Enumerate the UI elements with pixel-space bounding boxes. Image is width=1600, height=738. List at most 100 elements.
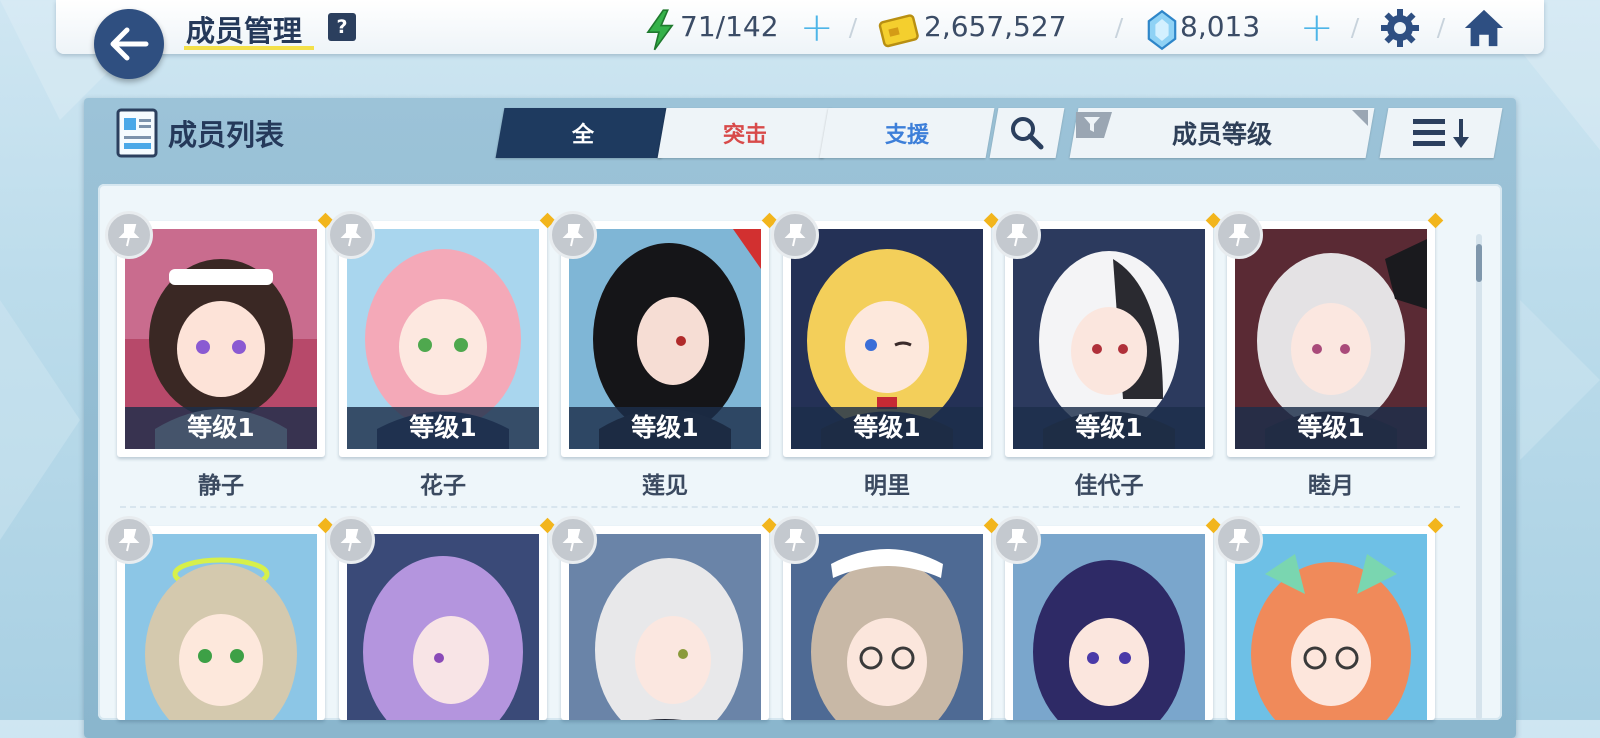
member-portrait: 等级1 xyxy=(791,229,983,449)
member-portrait: 等级1 xyxy=(347,229,539,449)
pin-button[interactable] xyxy=(771,516,819,564)
sort-dropdown[interactable]: 成员等级 xyxy=(1069,108,1375,158)
level-badge: 等级1 xyxy=(1235,407,1427,449)
member-card[interactable]: 等级1 xyxy=(771,211,1000,457)
gear-icon[interactable] xyxy=(1378,6,1422,50)
search-icon xyxy=(1011,117,1044,150)
title-underline xyxy=(184,46,314,50)
pin-icon xyxy=(1228,224,1250,247)
lightning-icon xyxy=(646,9,674,51)
help-icon[interactable]: ? xyxy=(328,13,356,41)
tab-support-label: 支援 xyxy=(884,123,929,148)
tab-support[interactable]: 支援 xyxy=(819,108,995,158)
level-badge: 等级1 xyxy=(1013,407,1205,449)
dropdown-corner-icon xyxy=(1352,110,1368,126)
pin-button[interactable] xyxy=(327,211,375,259)
pin-button[interactable] xyxy=(993,211,1041,259)
member-portrait: 等级1 xyxy=(125,229,317,449)
page-title: 成员管理 xyxy=(186,14,303,48)
member-portrait: 等级1 xyxy=(1013,229,1205,449)
pin-button[interactable] xyxy=(105,211,153,259)
member-portrait: 等级1 xyxy=(1235,229,1427,449)
member-card[interactable]: 等级1 xyxy=(105,211,334,457)
member-name: 花子 xyxy=(420,473,466,499)
scrollbar[interactable] xyxy=(1476,234,1482,720)
member-card[interactable] xyxy=(1215,516,1444,720)
member-name: 睦月 xyxy=(1308,473,1354,499)
pin-button[interactable] xyxy=(993,516,1041,564)
member-portrait xyxy=(347,534,539,720)
member-name: 莲见 xyxy=(642,473,688,499)
pin-button[interactable] xyxy=(327,516,375,564)
gem-icon xyxy=(1147,9,1177,51)
member-portrait xyxy=(125,534,317,720)
pin-icon xyxy=(1006,224,1028,247)
pin-icon xyxy=(1006,529,1028,552)
member-card[interactable] xyxy=(549,516,778,720)
portrait-art xyxy=(791,534,983,720)
member-card[interactable] xyxy=(327,516,556,720)
gems-value: 8,013 xyxy=(1180,10,1261,43)
pin-button[interactable] xyxy=(549,516,597,564)
back-arrow-icon xyxy=(110,27,149,61)
filter-icon xyxy=(1076,112,1112,138)
member-card[interactable] xyxy=(771,516,1000,720)
tab-assault-label: 突击 xyxy=(722,123,767,148)
pin-icon xyxy=(562,224,584,247)
member-card[interactable]: 等级1 xyxy=(993,211,1222,457)
add-gems-button[interactable]: + xyxy=(1300,8,1334,48)
member-portrait xyxy=(1013,534,1205,720)
level-badge: 等级1 xyxy=(347,407,539,449)
pin-icon xyxy=(1228,529,1250,552)
sort-order-button[interactable] xyxy=(1379,108,1503,158)
member-name: 佳代子 xyxy=(1074,473,1144,499)
credit-card-icon xyxy=(878,14,919,48)
member-name: 明里 xyxy=(864,473,910,499)
level-badge: 等级1 xyxy=(569,407,761,449)
portrait-art xyxy=(125,534,317,720)
pin-icon xyxy=(340,529,362,552)
pin-button[interactable] xyxy=(105,516,153,564)
member-portrait: 等级1 xyxy=(569,229,761,449)
pin-icon xyxy=(340,224,362,247)
portrait-art xyxy=(1013,534,1205,720)
stamina-value: 71/142 xyxy=(680,10,779,43)
member-card[interactable]: 等级1 xyxy=(327,211,556,457)
pin-icon xyxy=(562,529,584,552)
pin-icon xyxy=(118,529,140,552)
scroll-thumb[interactable] xyxy=(1476,244,1482,282)
add-stamina-button[interactable]: + xyxy=(800,8,834,48)
pin-icon xyxy=(784,529,806,552)
tab-all-label: 全 xyxy=(571,123,594,148)
member-card[interactable] xyxy=(105,516,334,720)
pin-icon xyxy=(118,224,140,247)
member-portrait xyxy=(569,534,761,720)
member-portrait xyxy=(1235,534,1427,720)
portrait-art xyxy=(569,534,761,720)
member-card[interactable]: 等级1 xyxy=(549,211,778,457)
member-portrait xyxy=(791,534,983,720)
member-card[interactable] xyxy=(993,516,1222,720)
portrait-art xyxy=(347,534,539,720)
level-badge: 等级1 xyxy=(125,407,317,449)
member-card[interactable]: 等级1 xyxy=(1215,211,1444,457)
tab-assault[interactable]: 突击 xyxy=(657,108,833,158)
pin-button[interactable] xyxy=(549,211,597,259)
search-button[interactable] xyxy=(989,108,1065,158)
credits-value: 2,657,527 xyxy=(924,10,1067,43)
row-divider xyxy=(120,506,1460,508)
pin-button[interactable] xyxy=(1215,516,1263,564)
member-list-title: 成员列表 xyxy=(168,118,285,152)
member-name: 静子 xyxy=(198,473,244,499)
sort-label: 成员等级 xyxy=(1171,120,1272,149)
home-icon[interactable] xyxy=(1462,6,1506,50)
back-button[interactable] xyxy=(94,9,164,79)
portrait-art xyxy=(1235,534,1427,720)
pin-icon xyxy=(784,224,806,247)
sort-order-icon xyxy=(1413,119,1469,148)
role-filter-tabs: 全 突击 支援 xyxy=(495,108,995,158)
roster-icon xyxy=(116,108,158,158)
pin-button[interactable] xyxy=(771,211,819,259)
tab-all[interactable]: 全 xyxy=(495,108,671,158)
pin-button[interactable] xyxy=(1215,211,1263,259)
